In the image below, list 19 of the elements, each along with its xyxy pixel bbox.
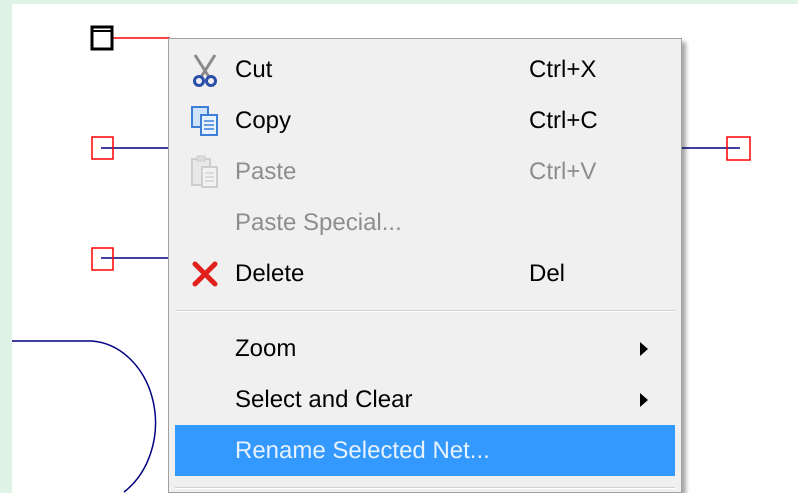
menu-item[interactable]: Copy Ctrl+C	[175, 95, 675, 146]
scissors-icon	[191, 52, 219, 86]
menu-item[interactable]: Delete Del	[175, 248, 675, 299]
menu-item[interactable]: Select and Clear	[175, 374, 675, 425]
pin-icon	[90, 26, 114, 50]
wire	[113, 37, 170, 39]
wire	[101, 147, 170, 149]
paste-icon	[190, 154, 220, 188]
delete-icon	[191, 260, 219, 288]
wire	[680, 147, 740, 149]
wire	[101, 257, 170, 259]
pin-icon	[726, 136, 751, 161]
menu-item[interactable]: Cut Ctrl+X	[175, 44, 675, 95]
copy-icon	[190, 104, 220, 136]
submenu-arrow-icon	[639, 392, 649, 408]
pin-icon	[91, 136, 114, 160]
submenu-arrow-icon	[639, 340, 649, 356]
menu-item[interactable]: Zoom	[175, 323, 675, 374]
pin-icon	[91, 247, 114, 271]
